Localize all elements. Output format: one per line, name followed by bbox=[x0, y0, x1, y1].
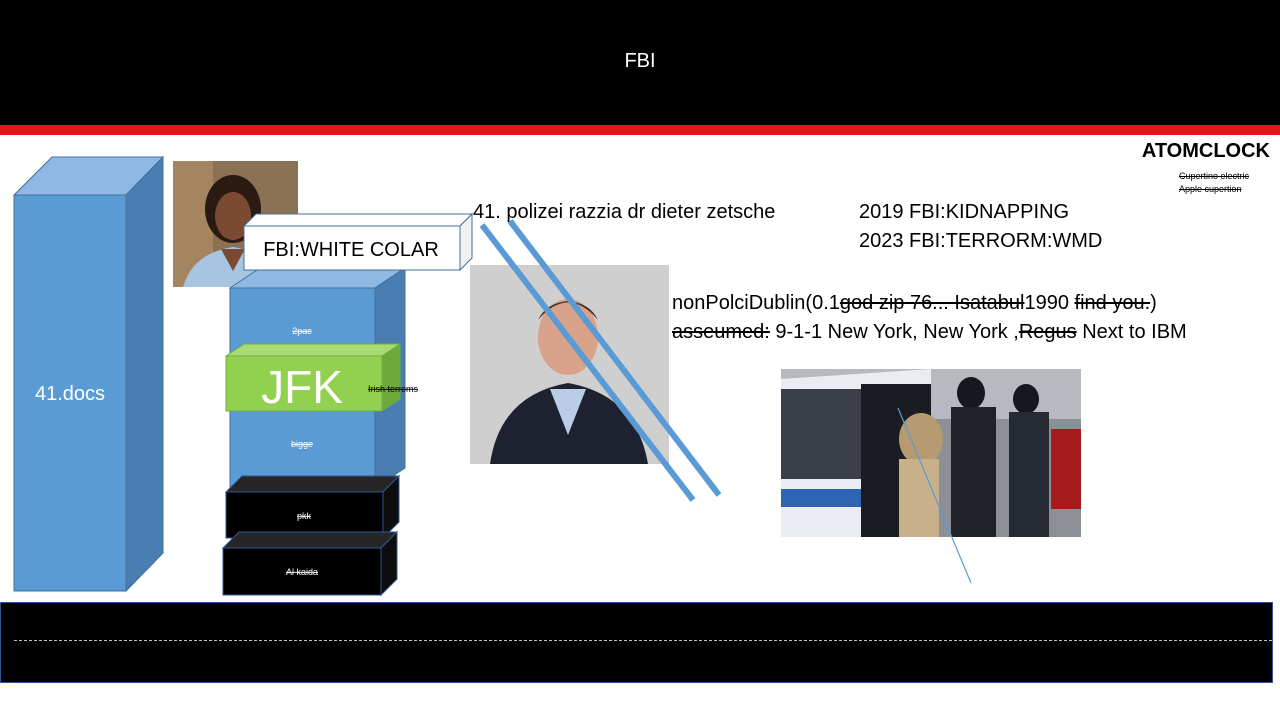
diagonal-lines bbox=[479, 219, 722, 502]
text-line-1-a: nonPolciDublin(0.1 bbox=[672, 292, 840, 314]
atomclock-note-2: Apple cupertion bbox=[1179, 184, 1242, 194]
white-colar-label: FBI:WHITE COLAR bbox=[263, 239, 439, 261]
event-2019: 2019 FBI:KIDNAPPING bbox=[859, 201, 1070, 223]
pkk-label: pkk bbox=[297, 511, 312, 521]
pointer-line bbox=[897, 407, 972, 584]
footer-dashed-line bbox=[14, 640, 1272, 641]
event-2023: 2023 FBI:TERRORM:WMD bbox=[859, 230, 1103, 252]
red-stripe bbox=[0, 126, 1280, 135]
jfk-label: JFK bbox=[261, 361, 343, 413]
text-line-1-e: ) bbox=[1150, 292, 1157, 314]
text-line-1-b: god zip 76... Isatabul bbox=[839, 292, 1025, 314]
docs-box: 41.docs bbox=[12, 155, 165, 593]
text-line-1: nonPolciDublin(0.1god zip 76... Isatabul… bbox=[672, 292, 1157, 315]
al-kaida-label: Al kaida bbox=[286, 567, 318, 577]
irish-label: Irish terroms bbox=[368, 384, 419, 394]
text-line-2: asseumed: 9-1-1 New York, New York ,Regu… bbox=[672, 321, 1187, 344]
box-stack: 2pac bigge FBI:WHITE COLAR JFK Irish ter… bbox=[221, 212, 474, 597]
docs-box-label: 41.docs bbox=[35, 383, 105, 405]
atomclock-title: ATOMCLOCK bbox=[1141, 140, 1270, 162]
text-line-1-d: find you. bbox=[1074, 292, 1151, 314]
text-line-2-b: 9-1-1 New York, New York , bbox=[769, 321, 1019, 343]
page-title: FBI bbox=[624, 50, 656, 72]
text-line-2-a: asseumed: bbox=[672, 321, 770, 343]
text-line-1-c: 1990 bbox=[1024, 292, 1069, 314]
text-line-2-c: Regus bbox=[1018, 321, 1077, 343]
block-bigge-label: bigge bbox=[291, 439, 313, 449]
block-2pac-label: 2pac bbox=[292, 326, 312, 336]
footer-band bbox=[0, 602, 1273, 683]
atomclock-note-1: Cupertino electric bbox=[1179, 171, 1250, 181]
text-line-2-d: Next to IBM bbox=[1076, 321, 1187, 343]
